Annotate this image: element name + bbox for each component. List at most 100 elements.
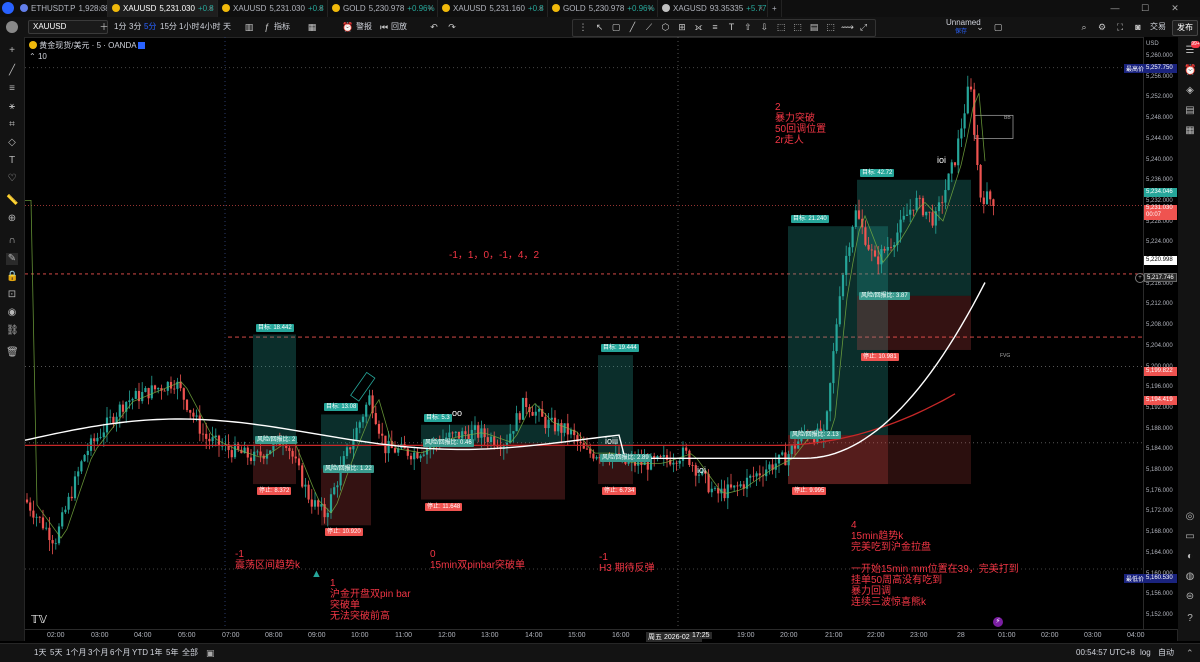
tab-3[interactable]: GOLD 5,230.978 +0.96% × (328, 0, 438, 17)
link-icon[interactable]: ⛓ (6, 325, 19, 337)
trash-icon[interactable]: 🗑 (6, 347, 19, 359)
close-tab-icon[interactable]: × (758, 0, 763, 17)
tf-1m[interactable]: 1分 (114, 17, 126, 37)
replay-icon[interactable]: ⏮ (378, 21, 390, 33)
data-window-icon[interactable]: ▤ (1184, 105, 1196, 117)
pattern-tool-icon[interactable]: ⬡ (660, 21, 672, 33)
tf-3m[interactable]: 3分 (129, 17, 141, 37)
frame-tool-icon[interactable]: ⬚ (792, 21, 804, 33)
line-tool-icon[interactable]: ╱ (627, 21, 639, 33)
indicators-button[interactable]: 指标 (274, 17, 290, 37)
fib-icon[interactable]: ⌗ (6, 119, 18, 131)
close-tab-icon[interactable]: × (538, 0, 543, 17)
zoom-icon[interactable]: ⊕ (6, 213, 18, 225)
chart-pane[interactable]: 黄金现货/美元 · 5 · OANDA ⌃ 10 -1 震荡区间趋势k 1 沪金… (25, 37, 1143, 629)
trade-button[interactable]: 交易 (1150, 17, 1166, 37)
auto-toggle[interactable]: 自动 (1158, 644, 1174, 662)
app-logo-icon[interactable] (2, 2, 14, 14)
indicators-icon[interactable]: ƒ (261, 21, 273, 33)
tab-5[interactable]: GOLD 5,230.978 +0.96% × (548, 0, 658, 17)
minimize-icon[interactable]: — (1104, 0, 1126, 17)
lock-icon[interactable]: 🔒 (6, 271, 18, 283)
fullscreen-icon[interactable]: ⛶ (1114, 21, 1126, 33)
layers-icon[interactable]: ◈ (1184, 85, 1196, 97)
price-axis[interactable]: USD 5,260.000 5,256.000 5,252.000 5,248.000… (1143, 37, 1178, 629)
lightning-icon[interactable]: ⚡ (993, 617, 1003, 627)
close-window-icon[interactable]: ✕ (1164, 0, 1186, 17)
alert-icon[interactable]: ⏰ (342, 21, 354, 33)
cursor-tool-icon[interactable]: ↖ (594, 21, 606, 33)
bar-style-icon[interactable]: ▥ (243, 21, 255, 33)
tab-4[interactable]: XAUUSD 5,231.160 +0.8 × (438, 0, 548, 17)
text-tool-icon[interactable]: T (726, 21, 738, 33)
camera-icon[interactable]: ◙ (1132, 21, 1144, 33)
undo-icon[interactable]: ↶ (428, 21, 440, 33)
ray-tool-icon[interactable]: ⟋ (643, 21, 655, 33)
close-tab-icon[interactable]: × (318, 0, 323, 17)
range-button[interactable]: 1天 (34, 644, 46, 662)
log-toggle[interactable]: log (1140, 644, 1151, 662)
tf-1d[interactable]: 天 (223, 17, 231, 37)
rect-tool-icon[interactable]: ▢ (610, 21, 622, 33)
magnet-icon[interactable]: ∩ (6, 235, 18, 247)
expand-icon[interactable]: ⌃ (1186, 648, 1194, 659)
ruler-icon[interactable]: 📏 (6, 195, 18, 207)
broadcast-icon[interactable]: ◐ (1184, 551, 1196, 563)
range-button[interactable]: YTD (132, 644, 148, 662)
short-position-tool-icon[interactable]: ⇩ (759, 21, 771, 33)
chat-icon[interactable]: ▭ (1184, 531, 1196, 543)
text-icon[interactable]: T (6, 155, 18, 167)
long-position-tool-icon[interactable]: ⇧ (742, 21, 754, 33)
tab-2[interactable]: XAUUSD 5,231.030 +0.8 × (218, 0, 328, 17)
box-tool-icon[interactable]: ⬚ (775, 21, 787, 33)
range-button[interactable]: 5年 (166, 644, 178, 662)
tab-0[interactable]: ETHUSDT.P1,928.38-6.3× (16, 0, 108, 17)
maximize-icon[interactable]: ☐ (1134, 0, 1156, 17)
clock-label[interactable]: 00:54:57 UTC+8 (1076, 644, 1135, 662)
brush-tool-icon[interactable]: ⤢ (858, 21, 870, 33)
crosshair-icon[interactable]: + (6, 45, 18, 57)
grip-tool-icon[interactable]: ⋮ (577, 21, 589, 33)
pattern-icon[interactable]: ⚹ (6, 101, 18, 113)
settings-icon[interactable]: ⚙ (1096, 21, 1108, 33)
publish-button[interactable]: 发布 (1172, 20, 1198, 36)
node-icon[interactable]: ◇ (6, 137, 18, 149)
templates-icon[interactable]: ▦ (306, 21, 318, 33)
replay-button[interactable]: 回放 (391, 17, 407, 37)
pencil-lock-icon[interactable]: ✎ (6, 253, 18, 265)
community-icon[interactable]: ◍ (1184, 571, 1196, 583)
calendar-icon[interactable]: ▦ (1184, 125, 1196, 137)
search-icon[interactable]: ⌕ (1078, 21, 1090, 33)
note-tool-icon[interactable]: ⬚ (825, 21, 837, 33)
table-tool-icon[interactable]: ▤ (808, 21, 820, 33)
date-range-icon[interactable]: ▣ (206, 648, 216, 658)
range-button[interactable]: 6个月 (110, 644, 130, 662)
range-button[interactable]: 1个月 (66, 644, 86, 662)
range-button[interactable]: 全部 (182, 644, 198, 662)
currency-label[interactable]: USD (1146, 41, 1159, 47)
tf-1h[interactable]: 1小时 (179, 17, 199, 37)
layout-dropdown-icon[interactable]: ⌄ (974, 21, 986, 33)
close-tab-icon[interactable]: × (98, 0, 103, 17)
fib-tool-icon[interactable]: ≡ (709, 21, 721, 33)
eye-icon[interactable]: ◉ (6, 307, 18, 319)
horizontal-lines-icon[interactable]: ≡ (6, 83, 18, 95)
tab-6[interactable]: XAGUSD 93.35335 +5.77 × (658, 0, 768, 17)
add-alert-icon[interactable]: + (1135, 273, 1145, 283)
fork-tool-icon[interactable]: ⟗ (693, 21, 705, 33)
range-button[interactable]: 1年 (150, 644, 162, 662)
trendline-icon[interactable]: ╱ (6, 65, 18, 77)
close-tab-icon[interactable]: × (208, 0, 213, 17)
lock-drawings-icon[interactable]: ⊡ (6, 289, 18, 301)
tf-4h[interactable]: 4小时 (200, 17, 220, 37)
path-tool-icon[interactable]: ⟿ (841, 21, 854, 33)
help-icon[interactable]: ? (1184, 613, 1196, 625)
add-compare-icon[interactable]: ＋ (98, 21, 110, 33)
ideas-icon[interactable]: ◎ (1184, 511, 1196, 523)
symbol-search-input[interactable]: XAUUSD (28, 20, 108, 34)
menu-icon[interactable] (6, 21, 18, 33)
legend-collapse-icon[interactable]: ⌃ 10 (29, 52, 47, 61)
layout-grid-icon[interactable]: ▢ (992, 21, 1004, 33)
heart-icon[interactable]: ♡ (6, 173, 18, 185)
alert-button[interactable]: 警报 (356, 17, 372, 37)
